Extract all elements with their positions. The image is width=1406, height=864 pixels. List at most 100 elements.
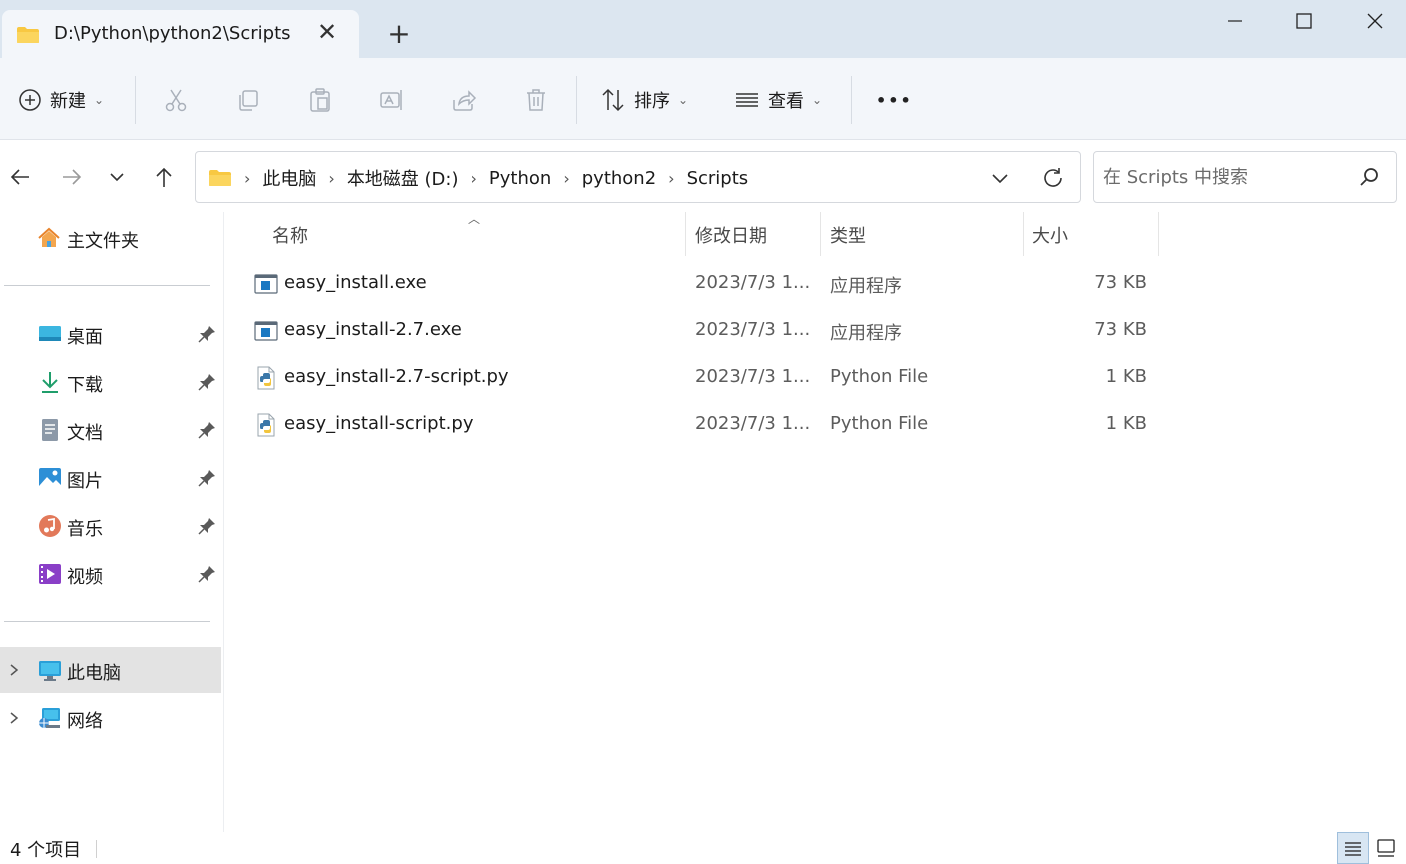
tab-title: D:\Python\python2\Scripts (54, 23, 291, 44)
trash-icon (527, 89, 545, 111)
recent-locations-button[interactable] (102, 162, 132, 192)
sidebar-item-pictures[interactable]: 图片 (0, 455, 221, 501)
sidebar-item-downloads[interactable]: 下载 (0, 359, 221, 405)
breadcrumb: › 此电脑 › 本地磁盘 (D:) › Python › python2 › S… (208, 165, 748, 191)
more-options-button[interactable]: ••• (876, 82, 913, 118)
back-button[interactable] (5, 162, 35, 192)
paste-button[interactable] (307, 82, 333, 118)
new-tab-button[interactable]: + (384, 20, 414, 50)
file-type: Python File (830, 366, 929, 387)
delete-button[interactable] (523, 82, 549, 118)
file-size: 1 KB (1105, 366, 1147, 387)
large-icons-view-button[interactable] (1370, 832, 1402, 864)
up-button[interactable] (149, 162, 179, 192)
rename-button[interactable] (379, 82, 405, 118)
pin-icon[interactable] (198, 517, 216, 535)
address-bar[interactable]: › 此电脑 › 本地磁盘 (D:) › Python › python2 › S… (195, 151, 1081, 203)
file-row[interactable]: easy_install-script.py 2023/7/3 1... Pyt… (240, 403, 1160, 447)
toolbar-divider (135, 76, 136, 124)
chevron-right-icon[interactable] (6, 709, 22, 727)
arrow-left-icon (10, 169, 29, 185)
sidebar-item-label: 主文件夹 (67, 231, 139, 252)
copy-button[interactable] (235, 82, 261, 118)
pin-icon[interactable] (198, 325, 216, 343)
minimize-button[interactable] (1215, 6, 1255, 36)
breadcrumb-separator[interactable]: › (328, 169, 334, 188)
details-view-button[interactable] (1337, 832, 1369, 864)
pin-icon[interactable] (198, 565, 216, 583)
column-header-type[interactable]: 类型 (830, 222, 866, 248)
file-row[interactable]: easy_install-2.7.exe 2023/7/3 1... 应用程序 … (240, 309, 1160, 353)
share-button[interactable] (451, 82, 477, 118)
close-window-button[interactable] (1355, 6, 1395, 36)
file-name: easy_install.exe (284, 272, 427, 293)
sidebar-item-documents[interactable]: 文档 (0, 407, 221, 453)
python-file-icon (257, 413, 275, 437)
pictures-icon (39, 468, 61, 488)
sidebar-item-music[interactable]: 音乐 (0, 503, 221, 549)
cut-button[interactable] (163, 82, 189, 118)
sidebar-item-videos[interactable]: 视频 (0, 551, 221, 597)
arrow-right-icon (63, 169, 82, 185)
pin-icon[interactable] (198, 373, 216, 391)
tab-scripts[interactable]: D:\Python\python2\Scripts ✕ (2, 10, 359, 58)
status-divider (96, 840, 97, 858)
sort-button-label: 排序 (634, 91, 670, 112)
maximize-button[interactable] (1284, 6, 1324, 36)
pin-icon[interactable] (198, 469, 216, 487)
chevron-down-icon: ⌄ (812, 93, 823, 107)
breadcrumb-this-pc[interactable]: 此电脑 (262, 165, 316, 191)
view-button[interactable]: 查看 ⌄ (734, 82, 822, 118)
column-divider[interactable] (1158, 212, 1159, 256)
file-date: 2023/7/3 1... (695, 272, 811, 293)
folder-icon (17, 27, 39, 43)
paste-icon (310, 88, 330, 112)
file-name: easy_install-script.py (284, 413, 474, 434)
file-type: 应用程序 (830, 323, 902, 344)
sort-icon (602, 88, 624, 112)
file-row[interactable]: easy_install-2.7-script.py 2023/7/3 1...… (240, 356, 1160, 400)
home-icon (38, 227, 60, 247)
file-date: 2023/7/3 1... (695, 366, 811, 387)
breadcrumb-python[interactable]: Python (489, 168, 551, 189)
column-header-date[interactable]: 修改日期 (695, 222, 767, 248)
sidebar-item-network[interactable]: 网络 (0, 695, 221, 741)
chevron-down-icon[interactable] (988, 166, 1012, 190)
sidebar-item-desktop[interactable]: 桌面 (0, 311, 221, 357)
toolbar-divider (851, 76, 852, 124)
breadcrumb-separator[interactable]: › (563, 169, 569, 188)
breadcrumb-separator[interactable]: › (668, 169, 674, 188)
sort-button[interactable]: 排序 ⌄ (600, 82, 688, 118)
search-box[interactable] (1093, 151, 1397, 203)
column-header-name[interactable]: 名称 (272, 222, 308, 248)
file-row[interactable]: easy_install.exe 2023/7/3 1... 应用程序 73 K… (240, 262, 1160, 306)
search-input[interactable] (1103, 164, 1343, 190)
refresh-icon[interactable] (1040, 165, 1066, 191)
videos-icon (39, 564, 61, 584)
sidebar-item-home[interactable]: 主文件夹 (0, 215, 221, 261)
folder-icon (209, 170, 231, 186)
chevron-right-icon[interactable] (6, 661, 22, 679)
sidebar-item-label: 桌面 (67, 327, 103, 348)
breadcrumb-separator[interactable]: › (471, 169, 477, 188)
sidebar-divider (4, 285, 210, 286)
chevron-down-icon: ⌄ (94, 93, 105, 107)
tab-close-button[interactable]: ✕ (314, 20, 340, 46)
sidebar-item-label: 此电脑 (67, 663, 121, 684)
breadcrumb-scripts[interactable]: Scripts (687, 168, 749, 189)
rename-icon (380, 90, 402, 110)
forward-button[interactable] (57, 162, 87, 192)
search-icon[interactable] (1358, 166, 1380, 188)
share-icon (453, 90, 477, 111)
column-divider[interactable] (685, 212, 686, 256)
breadcrumb-python2[interactable]: python2 (582, 168, 656, 189)
column-divider[interactable] (820, 212, 821, 256)
sidebar-item-this-pc[interactable]: 此电脑 (0, 647, 221, 693)
column-divider[interactable] (1023, 212, 1024, 256)
pin-icon[interactable] (198, 421, 216, 439)
breadcrumb-drive-d[interactable]: 本地磁盘 (D:) (347, 165, 459, 191)
new-button[interactable]: 新建 ⌄ (18, 82, 104, 118)
breadcrumb-separator[interactable]: › (244, 169, 250, 188)
file-name: easy_install-2.7.exe (284, 319, 462, 340)
column-header-size[interactable]: 大小 (1032, 222, 1068, 248)
